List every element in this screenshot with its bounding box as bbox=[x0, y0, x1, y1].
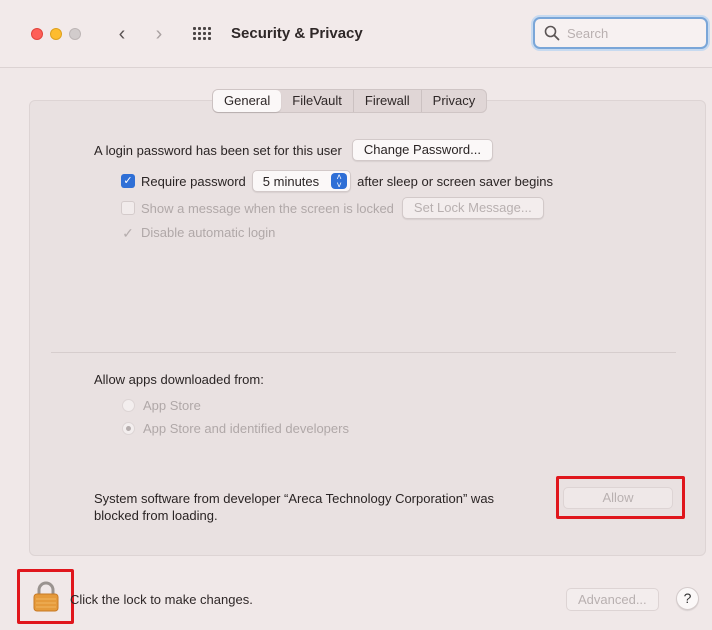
security-privacy-window: ‹ › Security & Privacy General FileVault… bbox=[0, 0, 712, 630]
tab-general[interactable]: General bbox=[213, 90, 282, 112]
system-software-message: System software from developer “Areca Te… bbox=[94, 490, 494, 524]
radio-option-app-store[interactable]: App Store bbox=[122, 398, 201, 413]
chevron-up-down-icon: ˄ ˅ bbox=[331, 173, 348, 190]
require-password-suffix: after sleep or screen saver begins bbox=[357, 173, 553, 189]
system-software-line2: blocked from loading. bbox=[94, 508, 218, 523]
radio-option-identified-developers[interactable]: App Store and identified developers bbox=[122, 421, 349, 436]
show-all-grid-icon[interactable] bbox=[192, 26, 212, 42]
app-store-label: App Store bbox=[143, 398, 201, 413]
login-password-row: A login password has been set for this u… bbox=[94, 139, 493, 161]
help-button[interactable]: ? bbox=[676, 587, 699, 610]
tab-privacy[interactable]: Privacy bbox=[422, 90, 487, 112]
require-password-label: Require password bbox=[141, 173, 246, 189]
advanced-button[interactable]: Advanced... bbox=[566, 588, 659, 611]
close-window-button[interactable] bbox=[31, 28, 43, 40]
search-icon bbox=[544, 25, 560, 41]
toolbar: ‹ › Security & Privacy bbox=[0, 0, 712, 68]
show-message-row: Show a message when the screen is locked… bbox=[121, 197, 544, 219]
chevron-left-icon[interactable]: ‹ bbox=[113, 22, 131, 46]
system-software-line1: System software from developer “Areca Te… bbox=[94, 491, 495, 506]
allow-button-highlight bbox=[556, 476, 685, 519]
disable-auto-login-row: ✓ Disable automatic login bbox=[121, 225, 275, 240]
zoom-window-button[interactable] bbox=[69, 28, 81, 40]
search-input[interactable] bbox=[567, 24, 697, 42]
login-password-text: A login password has been set for this u… bbox=[94, 142, 342, 158]
tab-firewall[interactable]: Firewall bbox=[354, 90, 422, 112]
chevron-right-icon[interactable]: › bbox=[150, 22, 168, 46]
tab-filevault[interactable]: FileVault bbox=[281, 90, 354, 112]
show-message-label: Show a message when the screen is locked bbox=[141, 200, 394, 216]
allow-apps-heading: Allow apps downloaded from: bbox=[94, 372, 264, 387]
lock-highlight bbox=[17, 569, 74, 624]
require-password-checkbox[interactable]: ✓ bbox=[121, 174, 135, 188]
search-field[interactable] bbox=[533, 17, 708, 49]
minimize-window-button[interactable] bbox=[50, 28, 62, 40]
section-divider bbox=[51, 352, 676, 353]
tab-bar: General FileVault Firewall Privacy bbox=[212, 89, 488, 113]
allow-apps-heading-text: Allow apps downloaded from: bbox=[94, 372, 264, 387]
identified-developers-label: App Store and identified developers bbox=[143, 421, 349, 436]
window-title: Security & Privacy bbox=[231, 25, 363, 42]
set-lock-message-button[interactable]: Set Lock Message... bbox=[401, 197, 544, 219]
disable-auto-login-label: Disable automatic login bbox=[141, 225, 276, 240]
identified-developers-radio[interactable] bbox=[122, 422, 135, 435]
disable-auto-login-checkbox[interactable]: ✓ bbox=[121, 226, 135, 240]
require-password-interval-select[interactable]: 5 minutes ˄ ˅ bbox=[251, 170, 352, 192]
lock-instruction-text: Click the lock to make changes. bbox=[70, 592, 253, 607]
change-password-button[interactable]: Change Password... bbox=[351, 139, 493, 161]
require-password-interval-value: 5 minutes bbox=[262, 173, 320, 189]
require-password-row: ✓ Require password 5 minutes ˄ ˅ after sl… bbox=[121, 170, 553, 192]
app-store-radio[interactable] bbox=[122, 399, 135, 412]
show-message-checkbox[interactable] bbox=[121, 201, 135, 215]
